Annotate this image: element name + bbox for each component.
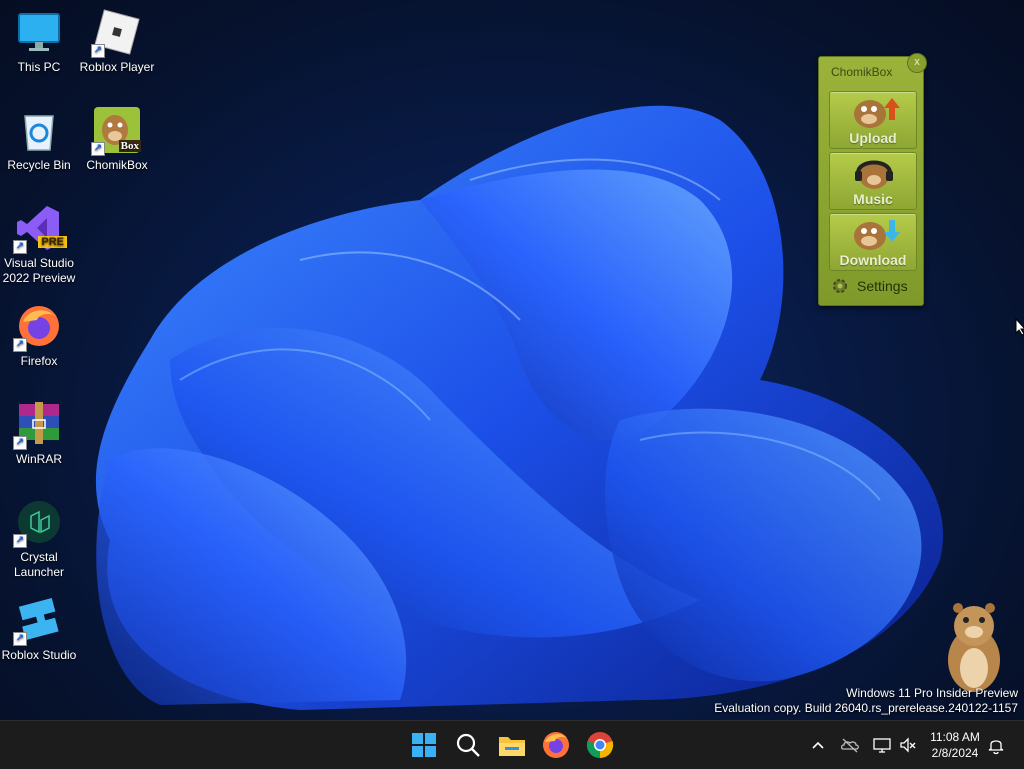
visual-studio-icon: PRE ↗ <box>13 204 67 254</box>
monitor-icon <box>15 8 63 56</box>
chomikbox-settings-button[interactable]: Settings <box>829 275 915 297</box>
desktop-icon-firefox[interactable]: ↗ Firefox <box>1 302 77 369</box>
shortcut-arrow-icon: ↗ <box>91 142 105 156</box>
gear-icon <box>833 279 847 293</box>
taskbar-clock[interactable]: 11:08 AM 2/8/2024 <box>924 729 986 761</box>
chomikbox-music-button[interactable]: Music <box>829 152 917 210</box>
onedrive-offline-icon <box>840 738 859 753</box>
upload-label: Upload <box>849 130 897 146</box>
chomikbox-title: ChomikBox <box>831 65 893 79</box>
shortcut-arrow-icon: ↗ <box>13 240 27 254</box>
taskbar: 11:08 AM 2/8/2024 <box>0 720 1024 769</box>
chomikbox-close-button[interactable]: x <box>907 53 927 73</box>
desktop-icon-chomikbox[interactable]: Box ↗ ChomikBox <box>79 106 155 173</box>
desktop-icon-label: Roblox Studio <box>1 648 77 662</box>
desktop-icon-recycle-bin[interactable]: Recycle Bin <box>1 106 77 173</box>
clock-time: 11:08 AM <box>930 730 980 744</box>
network-tray-button[interactable] <box>872 735 892 755</box>
shortcut-arrow-icon: ↗ <box>13 632 27 646</box>
desktop-icon-label: WinRAR <box>15 452 62 466</box>
file-explorer-icon <box>499 737 525 756</box>
hamster-upload-icon <box>854 98 900 128</box>
start-button[interactable] <box>408 729 440 761</box>
chomikbox-download-button[interactable]: Download <box>829 213 917 271</box>
taskbar-firefox-button[interactable] <box>540 729 572 761</box>
shortcut-arrow-icon: ↗ <box>13 436 27 450</box>
desktop-icon-label: ChomikBox <box>86 158 148 172</box>
download-label: Download <box>839 252 907 268</box>
shortcut-arrow-icon: ↗ <box>13 338 27 352</box>
bell-icon <box>988 740 1004 755</box>
onedrive-tray-button[interactable] <box>840 735 860 755</box>
winrar-icon: ↗ <box>13 400 63 450</box>
desktop-icon-label: Roblox Player <box>79 60 155 74</box>
desktop-icon-label: Firefox <box>20 354 58 368</box>
desktop-icon-crystal-launcher[interactable]: ↗ Crystal Launcher <box>1 498 77 580</box>
shortcut-arrow-icon: ↗ <box>91 44 105 58</box>
chrome-icon <box>586 732 614 759</box>
chomikbox-icon: Box ↗ <box>91 106 141 156</box>
mouse-cursor-icon <box>1015 318 1024 336</box>
desktop-icon-label: Crystal Launcher <box>13 550 65 579</box>
firefox-icon: ↗ <box>13 302 63 352</box>
desktop-icon-this-pc[interactable]: This PC <box>1 8 77 75</box>
network-icon <box>873 738 891 753</box>
start-icon <box>412 733 436 757</box>
taskbar-chrome-button[interactable] <box>584 729 616 761</box>
search-button[interactable] <box>452 729 484 761</box>
volume-muted-icon <box>900 737 916 753</box>
watermark-line2: Evaluation copy. Build 26040.rs_prerelea… <box>714 701 1018 715</box>
desktop-icon-roblox-player[interactable]: ↗ Roblox Player <box>79 8 155 75</box>
show-hidden-icons-button[interactable] <box>808 735 828 755</box>
search-icon <box>456 733 480 757</box>
roblox-studio-icon: ↗ <box>13 596 63 646</box>
desktop-icon-winrar[interactable]: ↗ WinRAR <box>1 400 77 467</box>
watermark-line1: Windows 11 Pro Insider Preview <box>846 686 1018 700</box>
volume-tray-button[interactable] <box>898 735 918 755</box>
chevron-up-icon <box>812 741 824 749</box>
firefox-icon <box>543 732 569 758</box>
hamster-download-icon <box>854 220 900 250</box>
desktop-icon-label: This PC <box>17 60 61 74</box>
roblox-player-icon: ↗ <box>91 8 141 58</box>
preview-badge: PRE <box>38 236 67 248</box>
clock-date: 2/8/2024 <box>931 746 979 760</box>
evaluation-watermark: Windows 11 Pro Insider Preview Evaluatio… <box>714 686 1018 716</box>
settings-label: Settings <box>857 278 908 294</box>
desktop-icon-label: Recycle Bin <box>7 158 71 172</box>
desktop-icon-roblox-studio[interactable]: ↗ Roblox Studio <box>1 596 77 663</box>
headphones-icon <box>855 160 893 189</box>
file-explorer-button[interactable] <box>496 729 528 761</box>
desktop-icon-visual-studio[interactable]: PRE ↗ Visual Studio 2022 Preview <box>1 204 77 286</box>
crystal-launcher-icon: ↗ <box>13 498 63 548</box>
chomikbox-upload-button[interactable]: Upload <box>829 91 917 149</box>
hamster-mascot-icon <box>948 603 1000 692</box>
chomikbox-widget: ChomikBox x Upload Music Download Settin… <box>818 53 927 306</box>
shortcut-arrow-icon: ↗ <box>13 534 27 548</box>
notifications-button[interactable] <box>986 735 1006 755</box>
desktop-icon-label: Visual Studio 2022 Preview <box>2 256 76 285</box>
music-label: Music <box>853 191 893 207</box>
recycle-bin-icon <box>15 106 63 154</box>
chomikbox-badge: Box <box>118 140 141 152</box>
